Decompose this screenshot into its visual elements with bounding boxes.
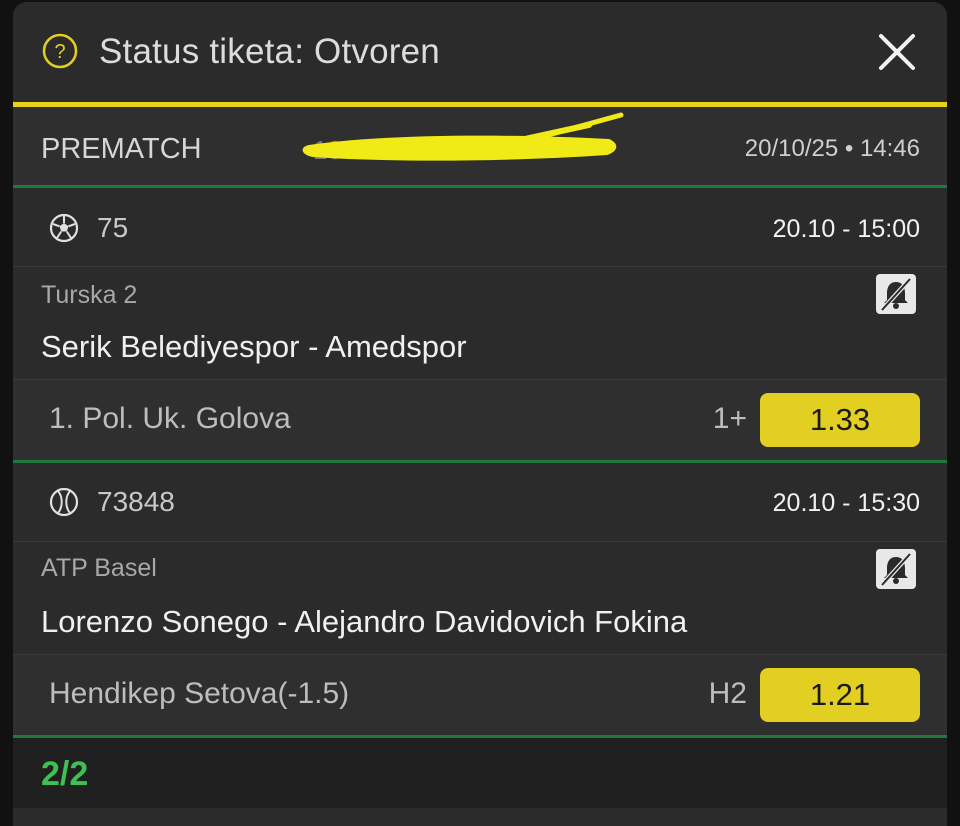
ticket-type: PREMATCH <box>41 133 202 165</box>
odd-button[interactable]: 1.33 <box>760 393 920 447</box>
tennis-ball-icon <box>49 487 79 517</box>
question-circle-icon[interactable]: ? <box>42 33 78 69</box>
panel-title: Status tiketa: Otvoren <box>99 32 440 71</box>
pick-label: H2 <box>708 677 747 710</box>
event-header-row: 73848 20.10 - 15:30 <box>13 463 947 541</box>
ticket-status-panel: ? Status tiketa: Otvoren PREMATCH 106564… <box>13 2 947 826</box>
market-name: 1. Pol. Uk. Golova <box>49 402 291 435</box>
svg-text:?: ? <box>54 41 65 63</box>
ticket-datetime: 20/10/25 • 14:46 <box>744 135 920 162</box>
ticket-info-bar: PREMATCH 1065649 4 20/10/25 • 14:46 <box>13 107 947 185</box>
notification-off-icon[interactable] <box>875 548 917 590</box>
event-code: 73848 <box>97 486 175 517</box>
pick-label: 1+ <box>712 402 747 435</box>
league-name: ATP Basel <box>41 554 157 582</box>
panel-header: ? Status tiketa: Otvoren <box>13 2 947 102</box>
close-icon[interactable] <box>877 32 917 72</box>
soccer-ball-icon <box>49 213 79 243</box>
match-name: Lorenzo Sonego - Alejandro Davidovich Fo… <box>41 604 688 639</box>
bottom-strip <box>13 808 947 826</box>
selection-count: 2/2 <box>41 755 89 793</box>
league-name: Turska 2 <box>41 281 138 309</box>
event-match-block[interactable]: Turska 2 Serik Belediyespor - Amedspor <box>13 267 947 379</box>
market-row: Hendikep Setova(-1.5) H2 1.21 <box>13 655 947 735</box>
event-code: 75 <box>97 212 129 243</box>
redaction-scribble <box>302 112 624 161</box>
odd-button[interactable]: 1.21 <box>760 668 920 722</box>
event-header-row: 75 20.10 - 15:00 <box>13 188 947 266</box>
event-time: 20.10 - 15:30 <box>772 489 920 517</box>
event-time: 20.10 - 15:00 <box>772 215 920 243</box>
market-row: 1. Pol. Uk. Golova 1+ 1.33 <box>13 380 947 460</box>
notification-off-icon[interactable] <box>875 273 917 315</box>
event-match-block[interactable]: ATP Basel Lorenzo Sonego - Alejandro Dav… <box>13 542 947 654</box>
ticket-footer: 2/2 <box>13 738 947 808</box>
market-name: Hendikep Setova(-1.5) <box>49 677 350 710</box>
match-name: Serik Belediyespor - Amedspor <box>41 329 467 364</box>
